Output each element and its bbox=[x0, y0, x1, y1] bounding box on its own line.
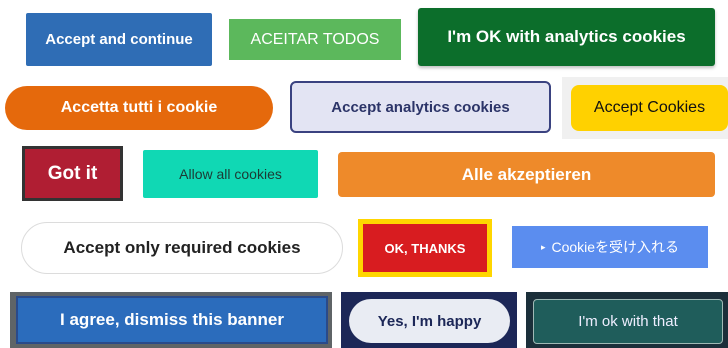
got-it-button[interactable]: Got it bbox=[22, 146, 123, 201]
cookie-accept-jp-button[interactable]: ▸ Cookieを受け入れる bbox=[512, 226, 708, 268]
accetta-tutti-i-cookie-button[interactable]: Accetta tutti i cookie bbox=[5, 86, 273, 130]
aceitar-todos-button[interactable]: ACEITAR TODOS bbox=[229, 19, 401, 60]
cookie-accept-jp-label: Cookieを受け入れる bbox=[551, 239, 680, 255]
ok-thanks-button[interactable]: OK, THANKS bbox=[363, 224, 487, 272]
accept-only-required-cookies-button[interactable]: Accept only required cookies bbox=[21, 222, 343, 274]
accept-cookies-button[interactable]: Accept Cookies bbox=[571, 85, 728, 131]
accept-analytics-cookies-button[interactable]: Accept analytics cookies bbox=[290, 81, 551, 133]
allow-all-cookies-button[interactable]: Allow all cookies bbox=[143, 150, 318, 198]
i-agree-dismiss-banner-button[interactable]: I agree, dismiss this banner bbox=[16, 296, 328, 344]
im-ok-with-that-button[interactable]: I'm ok with that bbox=[533, 299, 723, 344]
alle-akzeptieren-button[interactable]: Alle akzeptieren bbox=[338, 152, 715, 197]
yes-im-happy-button[interactable]: Yes, I'm happy bbox=[349, 299, 510, 343]
caret-right-icon: ▸ bbox=[540, 241, 546, 252]
accept-and-continue-button[interactable]: Accept and continue bbox=[26, 13, 212, 66]
ok-with-analytics-cookies-button[interactable]: I'm OK with analytics cookies bbox=[418, 8, 715, 66]
